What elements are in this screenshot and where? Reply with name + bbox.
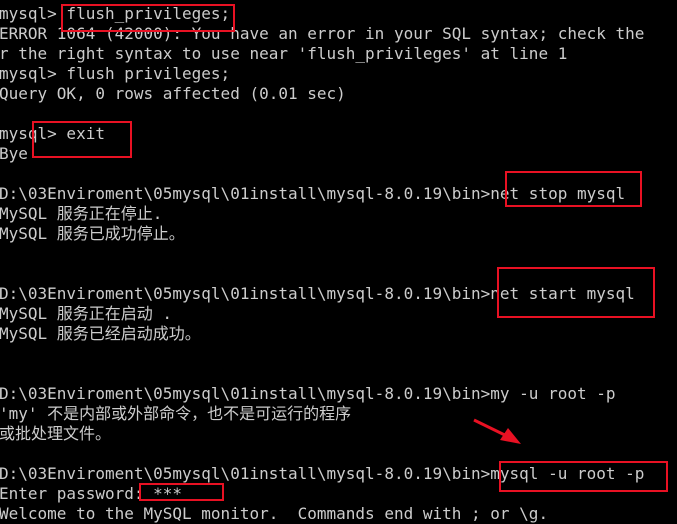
red-arrow-icon <box>473 418 521 444</box>
